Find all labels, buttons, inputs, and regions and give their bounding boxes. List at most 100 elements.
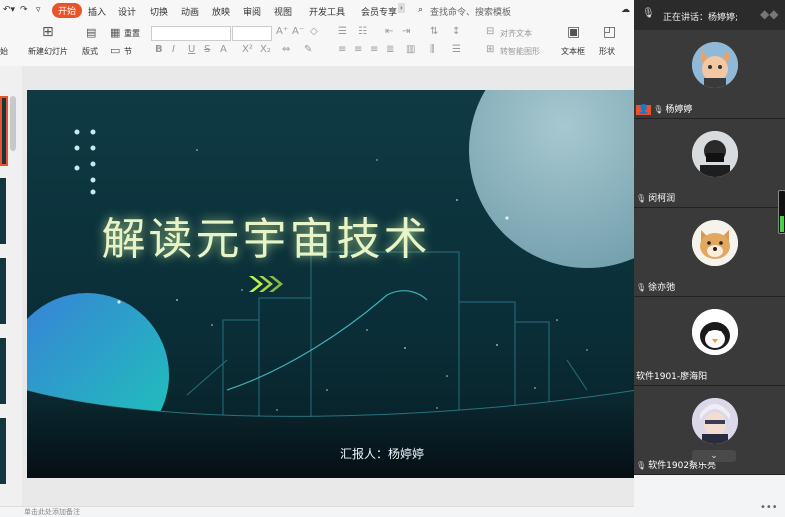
host-icon: 👤 — [636, 105, 652, 115]
grow-font-icon[interactable]: A⁺ — [276, 26, 288, 37]
justify-icon[interactable]: ≣ — [386, 44, 394, 55]
smart-art-icon[interactable]: ⊞ — [486, 44, 494, 55]
anime-character-avatar — [692, 398, 738, 444]
layout-button[interactable]: 版式 — [82, 46, 98, 57]
new-slide-button[interactable]: 新建幻灯片 — [28, 46, 68, 57]
superscript-icon[interactable]: X² — [242, 44, 253, 55]
strikethrough-icon[interactable]: S — [204, 44, 210, 55]
slide-background — [27, 90, 637, 478]
align-left-icon[interactable]: ≡ — [338, 44, 346, 55]
reset-icon[interactable]: ▦ — [110, 26, 120, 39]
new-slide-icon[interactable]: ⊞ — [42, 24, 54, 40]
participant-name: 徐亦弛 — [648, 283, 676, 293]
tab-insert[interactable]: 插入 — [88, 5, 106, 18]
font-size-select[interactable] — [232, 26, 272, 41]
redo-icon[interactable]: ↷ — [20, 5, 28, 15]
participant-name: 杨婷婷 — [665, 105, 693, 115]
slide-thumbnail-4[interactable] — [0, 338, 6, 404]
reset-button[interactable]: 重置 — [124, 28, 140, 39]
tab-developer[interactable]: 开发工具 — [309, 5, 345, 18]
tab-design[interactable]: 设计 — [118, 5, 136, 18]
slide-reporter[interactable]: 汇报人：杨婷婷 — [340, 445, 424, 462]
text-direction-icon[interactable]: ⇅ — [430, 26, 438, 37]
more-options-icon[interactable]: ••• — [760, 502, 778, 513]
mic-muted-icon: 🎙 — [636, 194, 647, 203]
line-spacing-icon[interactable]: ↕ — [452, 26, 460, 37]
tab-slideshow[interactable]: 放映 — [212, 5, 230, 18]
align-text-icon[interactable]: ⊟ — [486, 26, 494, 37]
slide-thumbnail-2[interactable] — [0, 178, 6, 244]
mic-icon: 🎙 — [653, 105, 664, 114]
indent-icon[interactable]: ⇤ — [385, 26, 393, 37]
underline-icon[interactable]: U — [188, 44, 195, 55]
cloud-icon[interactable]: ☁ — [621, 5, 630, 15]
participant-tile[interactable]: 🎙 闵柯润 — [634, 119, 785, 208]
participant-tile[interactable]: 👤 🎙 杨婷婷 — [634, 30, 785, 119]
slide-thumbnail-3[interactable] — [0, 258, 6, 324]
meeting-header: 🎙 正在讲话：杨婷婷; ◆◆ — [634, 0, 785, 31]
layout-icon[interactable]: ▤ — [86, 26, 96, 39]
ribbon-partial-label: 始 — [0, 47, 8, 56]
shape-button[interactable]: 形状 — [599, 46, 615, 57]
char-spacing-icon[interactable]: ⇔ — [282, 44, 290, 55]
slide-thumbnail-1[interactable] — [0, 96, 8, 166]
tab-animation[interactable]: 动画 — [181, 5, 199, 18]
bold-icon[interactable]: B — [155, 44, 163, 55]
slide-thumbnail-5[interactable] — [0, 418, 6, 484]
participant-name: 软件1902蔡乐亮 — [648, 461, 717, 471]
slide-title[interactable]: 解读元宇宙技术 — [27, 203, 505, 267]
numbered-list-icon[interactable]: ☷ — [358, 26, 367, 37]
section-button[interactable]: 节 — [124, 46, 132, 57]
thumbnail-scrollbar[interactable] — [10, 96, 16, 151]
align-right-icon[interactable]: ≡ — [370, 44, 378, 55]
shape-icon[interactable]: ◰ — [603, 24, 616, 40]
speaking-indicator: 正在讲话：杨婷婷; — [663, 13, 739, 23]
command-search[interactable]: 查找命令、搜索模板 — [430, 5, 511, 18]
participant-name: 软件1901-廖海阳 — [636, 372, 708, 382]
font-color-icon[interactable]: A — [220, 44, 227, 55]
align-text-button[interactable]: 对齐文本 — [500, 28, 532, 39]
smart-art-button[interactable]: 转智能图形 — [500, 46, 540, 57]
dropdown-icon[interactable]: ▿ — [36, 5, 41, 15]
mic-muted-icon: 🎙 — [636, 283, 647, 292]
textbox-button[interactable]: 文本框 — [561, 46, 585, 57]
outdent-icon[interactable]: ⇥ — [402, 26, 410, 37]
columns-icon[interactable]: ⫼ — [430, 44, 435, 55]
paragraph-spacing-icon[interactable]: ☰ — [452, 44, 461, 55]
clear-format-icon[interactable]: ◇ — [310, 26, 318, 37]
more-tabs-icon[interactable]: › — [398, 3, 405, 13]
tab-home[interactable]: 开始 — [52, 3, 83, 18]
italic-icon[interactable]: I — [172, 44, 175, 55]
tab-review[interactable]: 审阅 — [243, 5, 261, 18]
scroll-down-button[interactable]: ⌄ — [692, 450, 736, 462]
logo-icon: ◆◆ — [760, 7, 779, 21]
participant-tile[interactable]: 软件1901-廖海阳 — [634, 297, 785, 386]
slide-canvas[interactable]: 解读元宇宙技术 汇报人：杨婷婷 — [27, 90, 637, 478]
section-icon[interactable]: ▭ — [110, 44, 120, 57]
font-name-select[interactable] — [151, 26, 231, 41]
volume-meter — [778, 190, 785, 234]
participant-tile[interactable]: 🎙 徐亦弛 — [634, 208, 785, 297]
tab-transition[interactable]: 切换 — [150, 5, 168, 18]
undo-icon[interactable]: ↶▾ — [3, 5, 15, 15]
cat-face-avatar — [692, 42, 738, 88]
distribute-icon[interactable]: ▥ — [406, 44, 415, 55]
microphone-icon: 🎙 — [642, 8, 655, 19]
highlight-icon[interactable]: ✎ — [304, 44, 312, 55]
shrink-font-icon[interactable]: A⁻ — [292, 26, 304, 37]
tab-member[interactable]: 会员专享 — [361, 5, 397, 18]
participant-name: 闵柯润 — [648, 194, 676, 204]
notes-placeholder[interactable]: 单击此处添加备注 — [24, 507, 80, 517]
textbox-icon[interactable]: ▣ — [567, 24, 580, 40]
subscript-icon[interactable]: X₂ — [260, 44, 271, 55]
tab-view[interactable]: 视图 — [274, 5, 292, 18]
menu-bar: ↶▾ ↷ ▿ 开始 插入 设计 切换 动画 放映 审阅 视图 开发工具 会员专享… — [0, 0, 634, 23]
mic-muted-icon: 🎙 — [636, 461, 647, 470]
penguin-meme-avatar — [692, 309, 738, 355]
participant-tile[interactable]: 🎙 软件1902蔡乐亮 ⌄ — [634, 386, 785, 475]
search-icon[interactable]: ⌕ — [418, 5, 423, 15]
align-center-icon[interactable]: ≡ — [354, 44, 362, 55]
bullet-list-icon[interactable]: ☰ — [338, 26, 347, 37]
ribbon-toolbar: 始 ⊞ 新建幻灯片 ▤ 版式 ▦ 重置 ▭ 节 A⁺ A⁻ ◇ B I U S … — [0, 22, 634, 67]
masked-person-avatar — [692, 131, 738, 177]
